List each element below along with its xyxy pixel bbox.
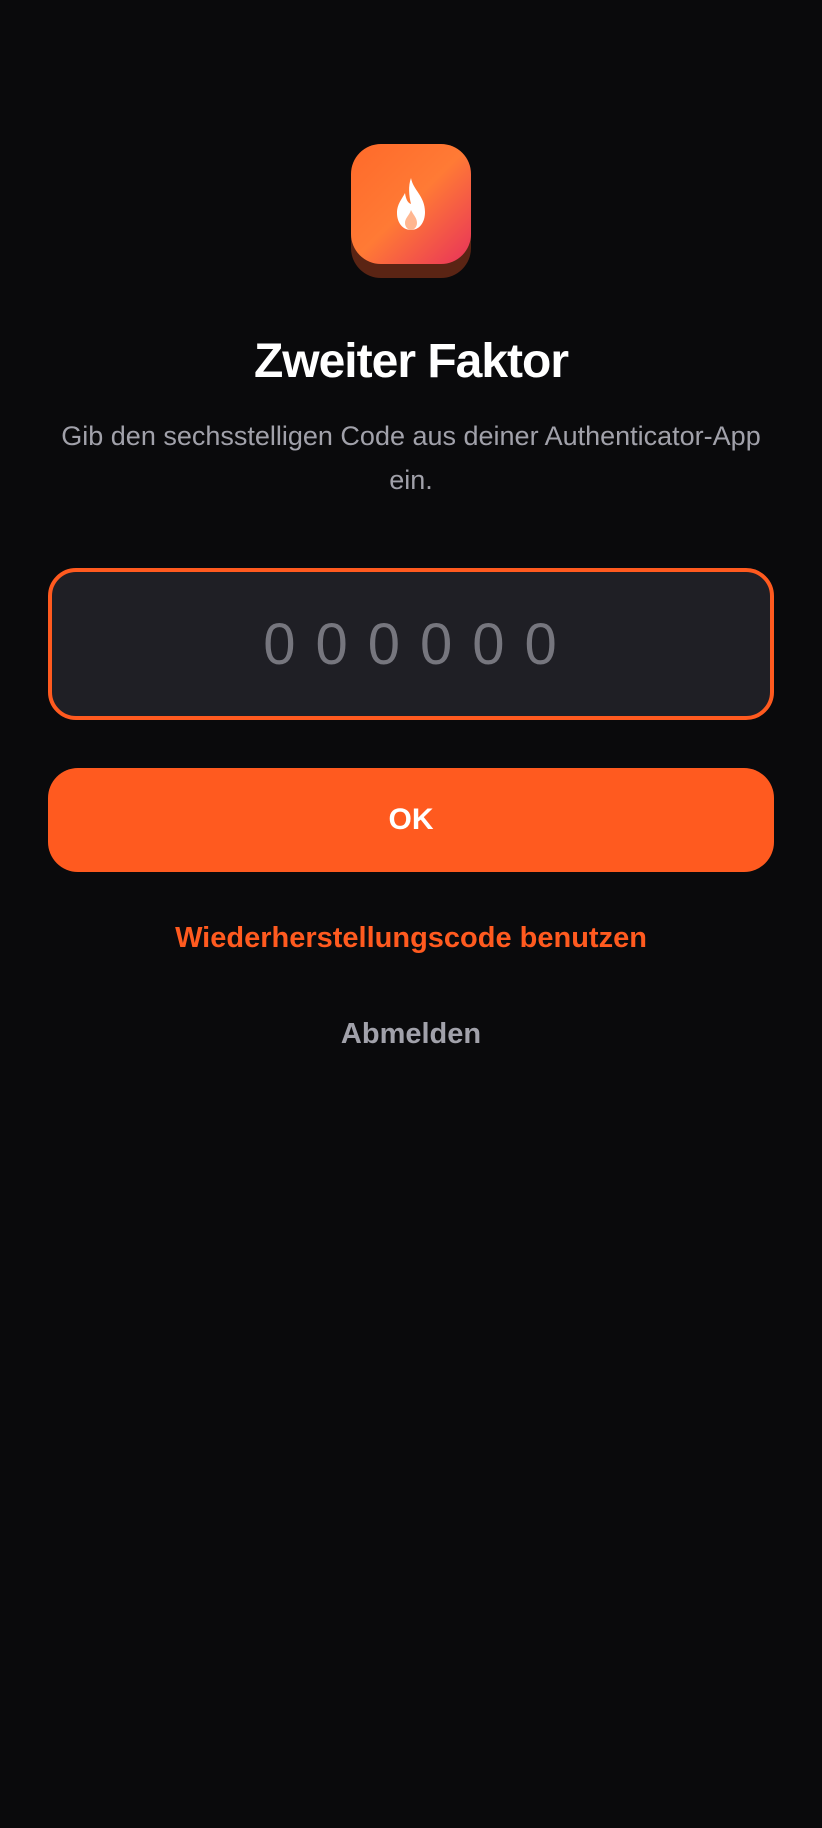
use-recovery-code-link[interactable]: Wiederherstellungscode benutzen bbox=[0, 922, 822, 955]
flame-icon bbox=[397, 178, 425, 230]
app-logo-tile bbox=[351, 144, 471, 264]
two-factor-screen: Zweiter Faktor Gib den sechsstelligen Co… bbox=[0, 0, 822, 1828]
code-input[interactable] bbox=[48, 568, 774, 720]
logout-link[interactable]: Abmelden bbox=[0, 1018, 822, 1051]
app-logo bbox=[351, 144, 471, 278]
page-title: Zweiter Faktor bbox=[253, 335, 569, 388]
page-subtitle: Gib den sechsstelligen Code aus deiner A… bbox=[61, 421, 761, 495]
ok-button[interactable]: OK bbox=[48, 768, 774, 872]
